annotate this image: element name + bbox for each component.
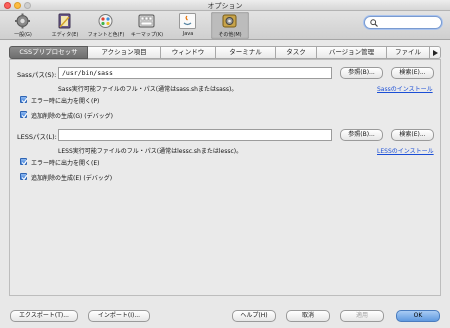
sass-generate-extra-checkbox[interactable] (20, 111, 28, 119)
fonts-colors-icon (98, 14, 113, 28)
checkmark-icon (21, 174, 28, 181)
tab-version-control[interactable]: バージョン管理 (317, 46, 387, 59)
toolbar-item-miscellaneous[interactable]: その他(M) (211, 12, 249, 39)
toolbar-item-general[interactable]: 一般(G) (4, 12, 42, 39)
toolbar-item-label: Java (182, 31, 194, 37)
sass-path-input[interactable]: /usr/bin/sass (58, 67, 332, 79)
less-install-link[interactable]: LESSのインストール (377, 146, 434, 155)
editor-icon (58, 13, 71, 29)
checkmark-icon (21, 159, 28, 166)
less-path-label: LESSパス(L): (17, 133, 57, 141)
toolbar-item-label: フォントと色(F) (87, 32, 125, 38)
search-input[interactable] (364, 16, 442, 29)
gear-icon (15, 13, 30, 29)
sass-open-output-checkbox[interactable] (20, 96, 28, 104)
css-preprocessors-panel: Sassパス(S): /usr/bin/sass 参照(B)... 検索(E).… (9, 59, 441, 296)
tab-tasks[interactable]: タスク (276, 46, 317, 59)
apply-button[interactable]: 適用 (340, 310, 384, 322)
toolbar-item-editor[interactable]: エディタ(E) (46, 12, 84, 39)
toolbar-item-fonts-colors[interactable]: フォントと色(F) (87, 12, 125, 39)
tab-terminal[interactable]: ターミナル (216, 46, 276, 59)
less-generate-extra-checkbox[interactable] (20, 173, 28, 181)
keymap-icon (138, 14, 155, 28)
sass-open-output-label: エラー時に出力を開く(P) (31, 98, 100, 105)
help-button[interactable]: ヘルプ(H) (232, 310, 276, 322)
java-icon (179, 13, 196, 29)
checkmark-icon (21, 97, 28, 104)
window-title: オプション (207, 2, 243, 10)
import-button[interactable]: インポート(I)... (88, 310, 150, 322)
less-hint: LESS実行可能ファイルのフル・パス(通常はlessc.shまたはlessc)。 (58, 148, 243, 155)
less-path-input[interactable] (58, 129, 332, 141)
less-open-output-label: エラー時に出力を開く(E) (31, 160, 100, 167)
less-generate-extra-label: 追加削除の生成(E) (デバッグ) (31, 175, 113, 182)
less-open-output-checkbox[interactable] (20, 158, 28, 166)
miscellaneous-icon (222, 14, 237, 28)
title-bar: オプション (0, 0, 450, 11)
tab-css-preprocessors[interactable]: CSSプリプロセッサ (9, 46, 88, 59)
tab-window[interactable]: ウィンドウ (161, 46, 216, 59)
checkmark-icon (21, 112, 28, 119)
sass-install-link[interactable]: Sassのインストール (377, 84, 433, 93)
toolbar-item-java[interactable]: Java (169, 12, 207, 39)
toolbar-item-label: キーマップ(K) (130, 32, 164, 38)
less-search-button[interactable]: 検索(E)... (391, 129, 434, 141)
tab-scroll-right-button[interactable] (430, 46, 441, 59)
sass-browse-button[interactable]: 参照(B)... (340, 67, 383, 79)
toolbar-item-keymap[interactable]: キーマップ(K) (128, 12, 166, 39)
search-icon (370, 19, 378, 27)
sass-path-label: Sassパス(S): (17, 71, 57, 79)
toolbar-item-label: その他(M) (218, 32, 242, 38)
less-browse-button[interactable]: 参照(B)... (340, 129, 383, 141)
sass-search-button[interactable]: 検索(E)... (391, 67, 434, 79)
sass-generate-extra-label: 追加削除の生成(G) (デバッグ) (31, 113, 113, 120)
cancel-button[interactable]: 取消 (286, 310, 330, 322)
tab-bar: CSSプリプロセッサ アクション項目 ウィンドウ ターミナル タスク バージョン… (9, 46, 441, 59)
export-button[interactable]: エクスポート(T)... (10, 310, 78, 322)
ok-button[interactable]: OK (396, 310, 440, 322)
toolbar-item-label: エディタ(E) (51, 32, 79, 38)
tab-action-items[interactable]: アクション項目 (88, 46, 161, 59)
chevron-right-icon (433, 50, 438, 56)
sass-hint: Sass実行可能ファイルのフル・パス(通常はsass.shまたはsass)。 (58, 86, 238, 93)
toolbar-item-label: 一般(G) (14, 32, 32, 38)
tab-files[interactable]: ファイル (387, 46, 430, 59)
